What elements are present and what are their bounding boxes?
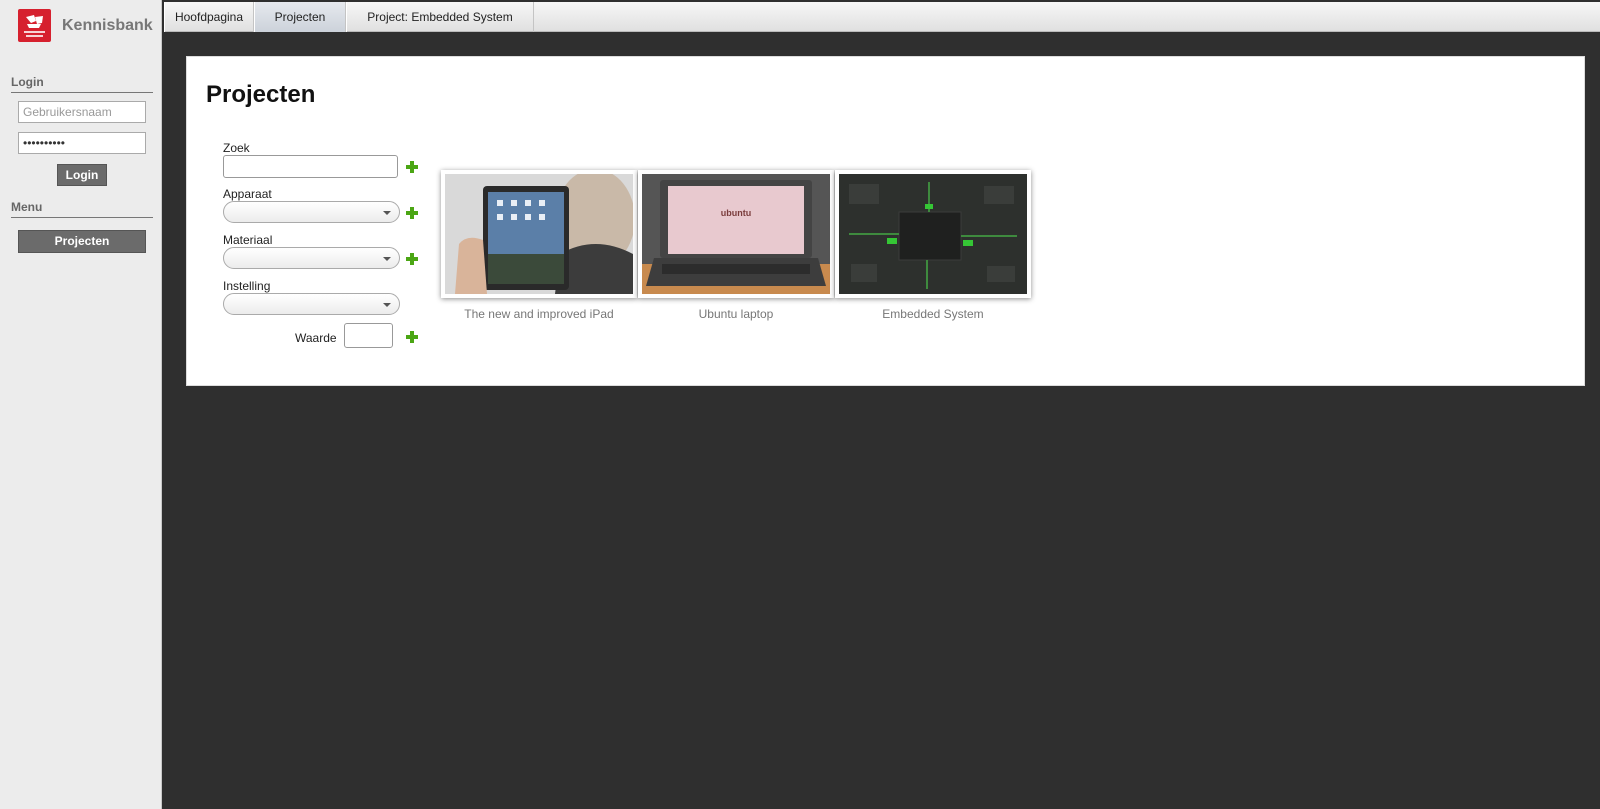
page-title: Projecten bbox=[206, 81, 316, 108]
login-section-title: Login bbox=[11, 75, 153, 93]
add-materiaal-plus-icon[interactable] bbox=[406, 253, 418, 265]
tab-hoofdpagina[interactable]: Hoofdpagina bbox=[164, 2, 254, 32]
add-apparaat-plus-icon[interactable] bbox=[406, 207, 418, 219]
chevron-down-icon bbox=[383, 303, 391, 307]
add-waarde-plus-icon[interactable] bbox=[406, 331, 418, 343]
menu-section-title: Menu bbox=[11, 200, 153, 218]
zoek-input[interactable] bbox=[223, 155, 398, 178]
apparaat-label: Apparaat bbox=[223, 187, 272, 201]
materiaal-label: Materiaal bbox=[223, 233, 273, 247]
project-card-ipad[interactable]: The new and improved iPad bbox=[441, 170, 637, 321]
waarde-label: Waarde bbox=[295, 331, 337, 345]
tab-project-embedded-system[interactable]: Project: Embedded System bbox=[346, 2, 534, 32]
app-name: Kennisbank bbox=[62, 16, 153, 34]
brand[interactable]: Kennisbank bbox=[18, 9, 153, 42]
project-card-embedded-system[interactable]: Embedded System bbox=[835, 170, 1031, 321]
project-caption[interactable]: The new and improved iPad bbox=[441, 307, 637, 321]
instelling-select[interactable] bbox=[223, 293, 400, 315]
chevron-down-icon bbox=[383, 257, 391, 261]
apparaat-select[interactable] bbox=[223, 201, 400, 223]
add-zoek-plus-icon[interactable] bbox=[406, 161, 418, 173]
project-caption[interactable]: Embedded System bbox=[835, 307, 1031, 321]
circuit-board-photo[interactable] bbox=[835, 170, 1031, 298]
sidebar: Kennisbank Login Login Menu Projecten bbox=[0, 0, 162, 809]
instelling-label: Instelling bbox=[223, 279, 271, 293]
zoek-label: Zoek bbox=[223, 141, 250, 155]
waarde-input[interactable] bbox=[344, 323, 393, 348]
laptop-photo[interactable]: ubuntu bbox=[638, 170, 834, 298]
tab-bar: Hoofdpagina Projecten Project: Embedded … bbox=[164, 2, 1600, 32]
menu-item-projecten[interactable]: Projecten bbox=[18, 230, 146, 253]
password-input[interactable] bbox=[18, 132, 146, 154]
materiaal-select[interactable] bbox=[223, 247, 400, 269]
main-panel: Projecten Zoek Apparaat Materiaal Instel… bbox=[186, 56, 1585, 386]
project-card-ubuntu-laptop[interactable]: ubuntu Ubuntu laptop bbox=[638, 170, 834, 321]
login-button[interactable]: Login bbox=[57, 164, 107, 186]
hogeschool-logo-icon bbox=[18, 9, 51, 42]
chevron-down-icon bbox=[383, 211, 391, 215]
ubuntu-screen-text: ubuntu bbox=[721, 208, 752, 218]
ipad-photo[interactable] bbox=[441, 170, 637, 298]
tab-projecten[interactable]: Projecten bbox=[254, 2, 346, 32]
username-input[interactable] bbox=[18, 101, 146, 123]
project-caption[interactable]: Ubuntu laptop bbox=[638, 307, 834, 321]
